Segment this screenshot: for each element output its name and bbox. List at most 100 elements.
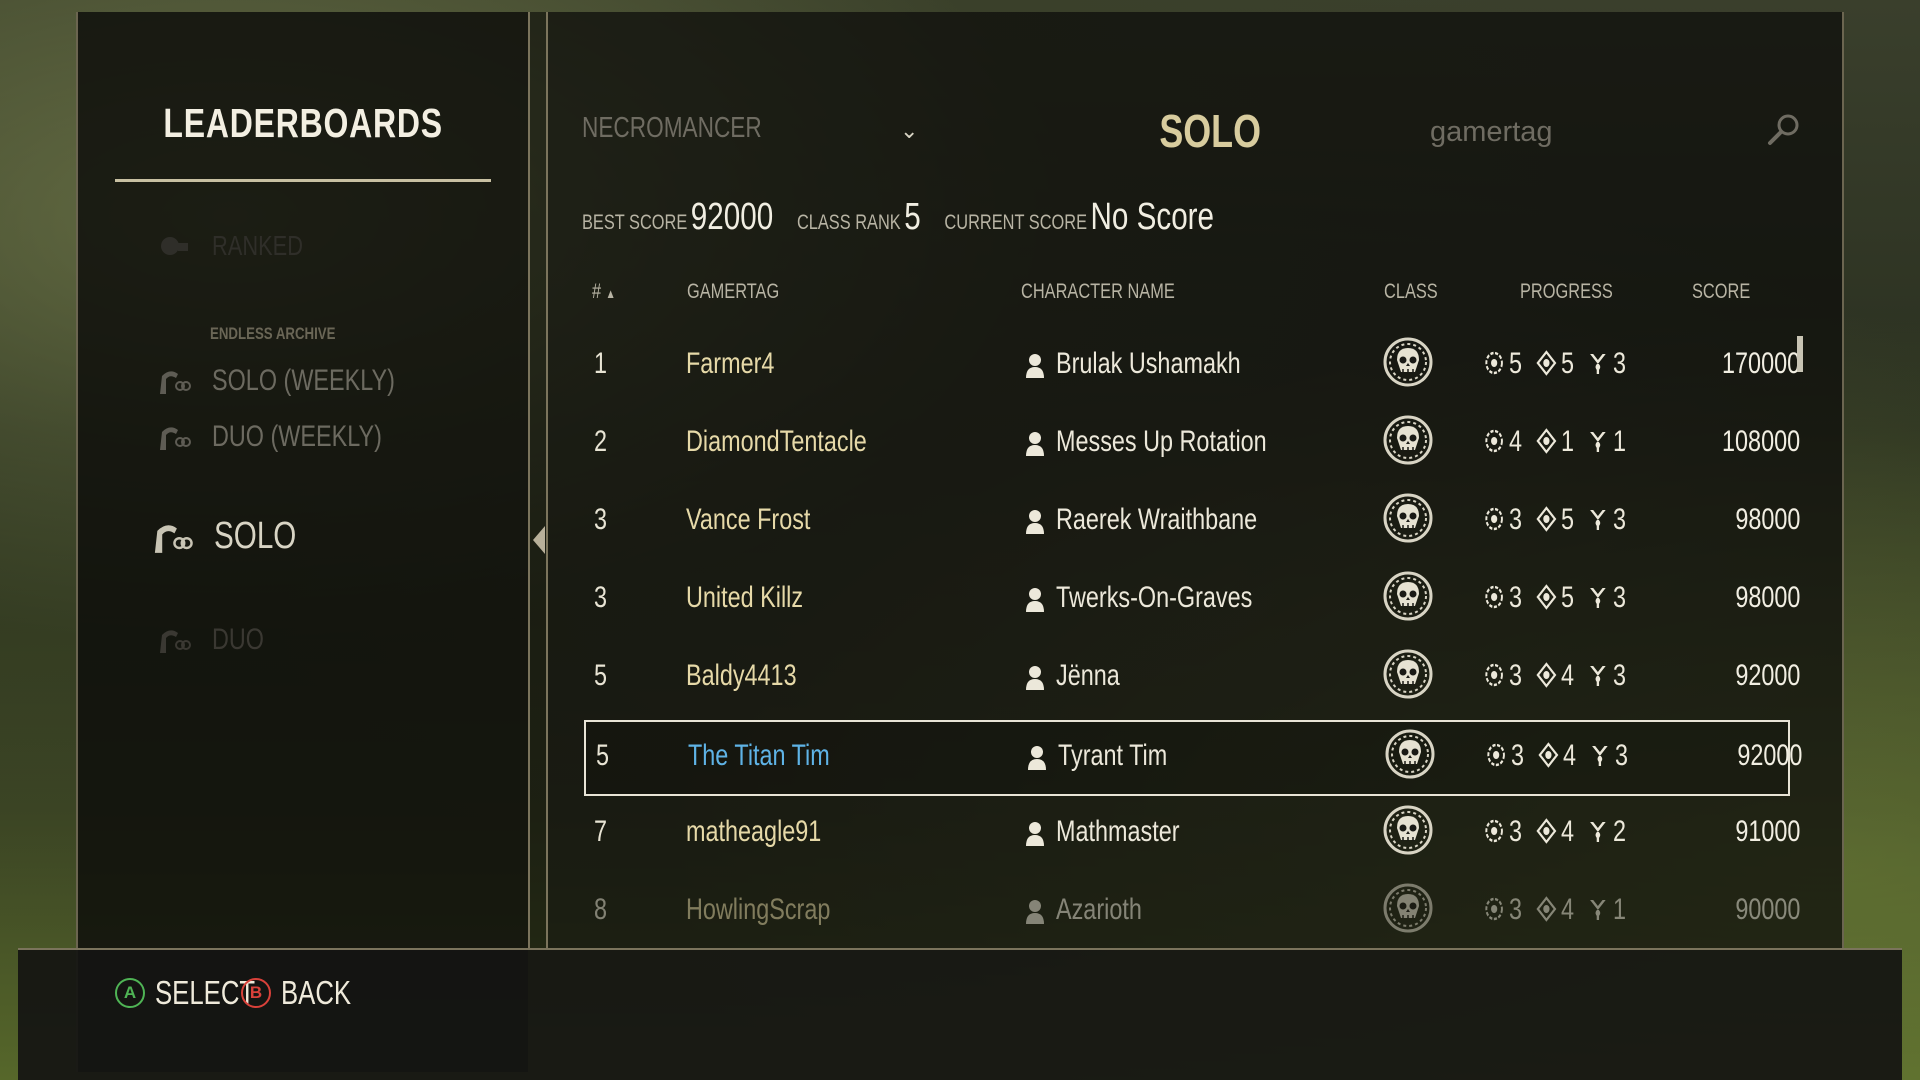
stage-icon xyxy=(1536,428,1557,454)
cycle-icon xyxy=(1484,428,1504,454)
progress-cycle-value: 3 xyxy=(1508,893,1522,926)
class-filter-value: NECROMANCER xyxy=(582,112,762,144)
rank-cell: 3 xyxy=(594,581,608,614)
progress-cycle-value: 3 xyxy=(1508,659,1522,692)
collapse-arrow-icon[interactable] xyxy=(533,526,545,554)
sidebar-item-label: DUO xyxy=(212,623,265,656)
progress-cell: 3 4 2 xyxy=(1484,815,1684,849)
gamertag-cell: United Killz xyxy=(686,581,804,614)
person-icon xyxy=(1024,664,1046,692)
table-row[interactable]: 5 Baldy4413 Jënna 3 4 3 92000 xyxy=(584,642,1800,718)
archive-helm-icon xyxy=(156,366,192,396)
gamertag-cell: HowlingScrap xyxy=(686,893,831,926)
necromancer-skull-icon xyxy=(1382,336,1434,388)
column-header-gamertag[interactable]: GAMERTAG xyxy=(687,280,805,304)
score-cell: 108000 xyxy=(1721,425,1800,458)
page-title: LEADERBOARDS xyxy=(163,100,443,146)
stage-icon xyxy=(1536,818,1557,844)
necromancer-skull-icon xyxy=(1384,728,1436,780)
progress-cycle-value: 3 xyxy=(1508,815,1522,848)
progress-arena-value: 3 xyxy=(1612,347,1627,380)
column-header-class[interactable]: CLASS xyxy=(1384,280,1453,304)
progress-cycle-value: 5 xyxy=(1508,347,1522,380)
current-score-label: CURRENT SCORE xyxy=(944,211,1088,234)
character-name-cell: Mathmaster xyxy=(1056,815,1180,848)
table-row[interactable]: 1 Farmer4 Brulak Ushamakh 5 5 3 170000 xyxy=(584,330,1800,406)
scrollbar-thumb[interactable] xyxy=(1797,336,1803,372)
stage-icon xyxy=(1536,662,1557,688)
column-header-progress[interactable]: PROGRESS xyxy=(1520,280,1639,304)
arena-icon xyxy=(1588,662,1608,688)
rank-cell: 5 xyxy=(594,659,608,692)
table-row[interactable]: 8 HowlingScrap Azarioth 3 4 1 90000 xyxy=(584,876,1800,952)
sidebar-item-duo-weekly[interactable]: DUO (WEEKLY) xyxy=(156,420,430,454)
table-row[interactable]: 3 United Killz Twerks-On-Graves 3 5 3 98000 xyxy=(584,564,1800,640)
progress-stage-value: 4 xyxy=(1560,893,1574,926)
progress-cell: 3 5 3 xyxy=(1484,581,1684,615)
gamertag-cell: Vance Frost xyxy=(686,503,811,536)
stage-icon xyxy=(1538,742,1559,768)
person-icon xyxy=(1024,898,1046,926)
table-row[interactable]: 7 matheagle91 Mathmaster 3 4 2 91000 xyxy=(584,798,1800,874)
gamertag-cell: matheagle91 xyxy=(686,815,822,848)
person-icon xyxy=(1024,352,1046,380)
character-name-cell: Twerks-On-Graves xyxy=(1056,581,1253,614)
button-prompt-bar xyxy=(18,948,1902,1080)
back-label: BACK xyxy=(281,974,352,1011)
score-cell: 90000 xyxy=(1734,893,1800,926)
back-button[interactable]: B BACK xyxy=(241,974,371,1012)
mode-title: SOLO xyxy=(1159,105,1261,157)
cycle-icon xyxy=(1484,896,1504,922)
progress-arena-value: 2 xyxy=(1612,815,1627,848)
table-row[interactable]: 2 DiamondTentacle Messes Up Rotation 4 1 1 108… xyxy=(584,408,1800,484)
search-icon[interactable] xyxy=(1764,110,1804,150)
progress-stage-value: 4 xyxy=(1560,659,1574,692)
game-background: LEADERBOARDS RANKED ENDLESS ARCHIVE SOLO… xyxy=(0,0,1920,1080)
cycle-icon xyxy=(1484,584,1504,610)
necromancer-skull-icon xyxy=(1382,570,1434,622)
rank-cell: 3 xyxy=(594,503,608,536)
score-cell: 92000 xyxy=(1736,739,1802,772)
progress-stage-value: 4 xyxy=(1562,739,1576,772)
progress-cycle-value: 3 xyxy=(1508,581,1522,614)
sidebar-item-label: SOLO (WEEKLY) xyxy=(212,364,395,397)
ranked-icon xyxy=(156,231,192,261)
progress-arena-value: 3 xyxy=(1612,659,1627,692)
column-header-rank[interactable]: # ▲ xyxy=(592,280,622,304)
arena-icon xyxy=(1588,506,1608,532)
section-label: ENDLESS ARCHIVE xyxy=(210,324,336,343)
necromancer-skull-icon xyxy=(1382,414,1434,466)
arena-icon xyxy=(1590,742,1610,768)
table-row[interactable]: 5 The Titan Tim Tyrant Tim 3 4 3 92000 xyxy=(584,720,1802,796)
progress-cycle-value: 3 xyxy=(1510,739,1524,772)
gamertag-cell: Farmer4 xyxy=(686,347,775,380)
sidebar-item-duo[interactable]: DUO xyxy=(156,623,279,657)
column-header-score[interactable]: SCORE xyxy=(1692,280,1767,304)
class-filter-dropdown[interactable]: NECROMANCER ⌄ xyxy=(582,112,922,152)
gamertag-cell: The Titan Tim xyxy=(688,739,830,772)
cycle-icon xyxy=(1484,818,1504,844)
arena-icon xyxy=(1588,818,1608,844)
title-underline xyxy=(115,179,491,182)
sidebar-item-ranked[interactable]: RANKED xyxy=(156,230,329,262)
table-row[interactable]: 3 Vance Frost Raerek Wraithbane 3 5 3 98000 xyxy=(584,486,1800,562)
rank-cell: 5 xyxy=(596,739,610,772)
arena-icon xyxy=(1588,896,1608,922)
cycle-icon xyxy=(1484,662,1504,688)
progress-arena-value: 3 xyxy=(1612,581,1627,614)
sidebar-item-solo-weekly[interactable]: SOLO (WEEKLY) xyxy=(156,364,447,398)
rank-cell: 8 xyxy=(594,893,608,926)
progress-cell: 3 5 3 xyxy=(1484,503,1684,537)
score-cell: 91000 xyxy=(1734,815,1800,848)
progress-cell: 4 1 1 xyxy=(1484,425,1684,459)
column-header-character-name[interactable]: CHARACTER NAME xyxy=(1021,280,1218,304)
progress-cell: 3 4 3 xyxy=(1486,739,1686,773)
progress-arena-value: 3 xyxy=(1612,503,1627,536)
stage-icon xyxy=(1536,584,1557,610)
person-icon xyxy=(1026,744,1048,772)
sidebar-item-solo[interactable]: SOLO xyxy=(150,515,320,558)
necromancer-skull-icon xyxy=(1382,882,1434,934)
person-icon xyxy=(1024,820,1046,848)
gamertag-search-input[interactable] xyxy=(1430,112,1670,152)
necromancer-skull-icon xyxy=(1382,648,1434,700)
